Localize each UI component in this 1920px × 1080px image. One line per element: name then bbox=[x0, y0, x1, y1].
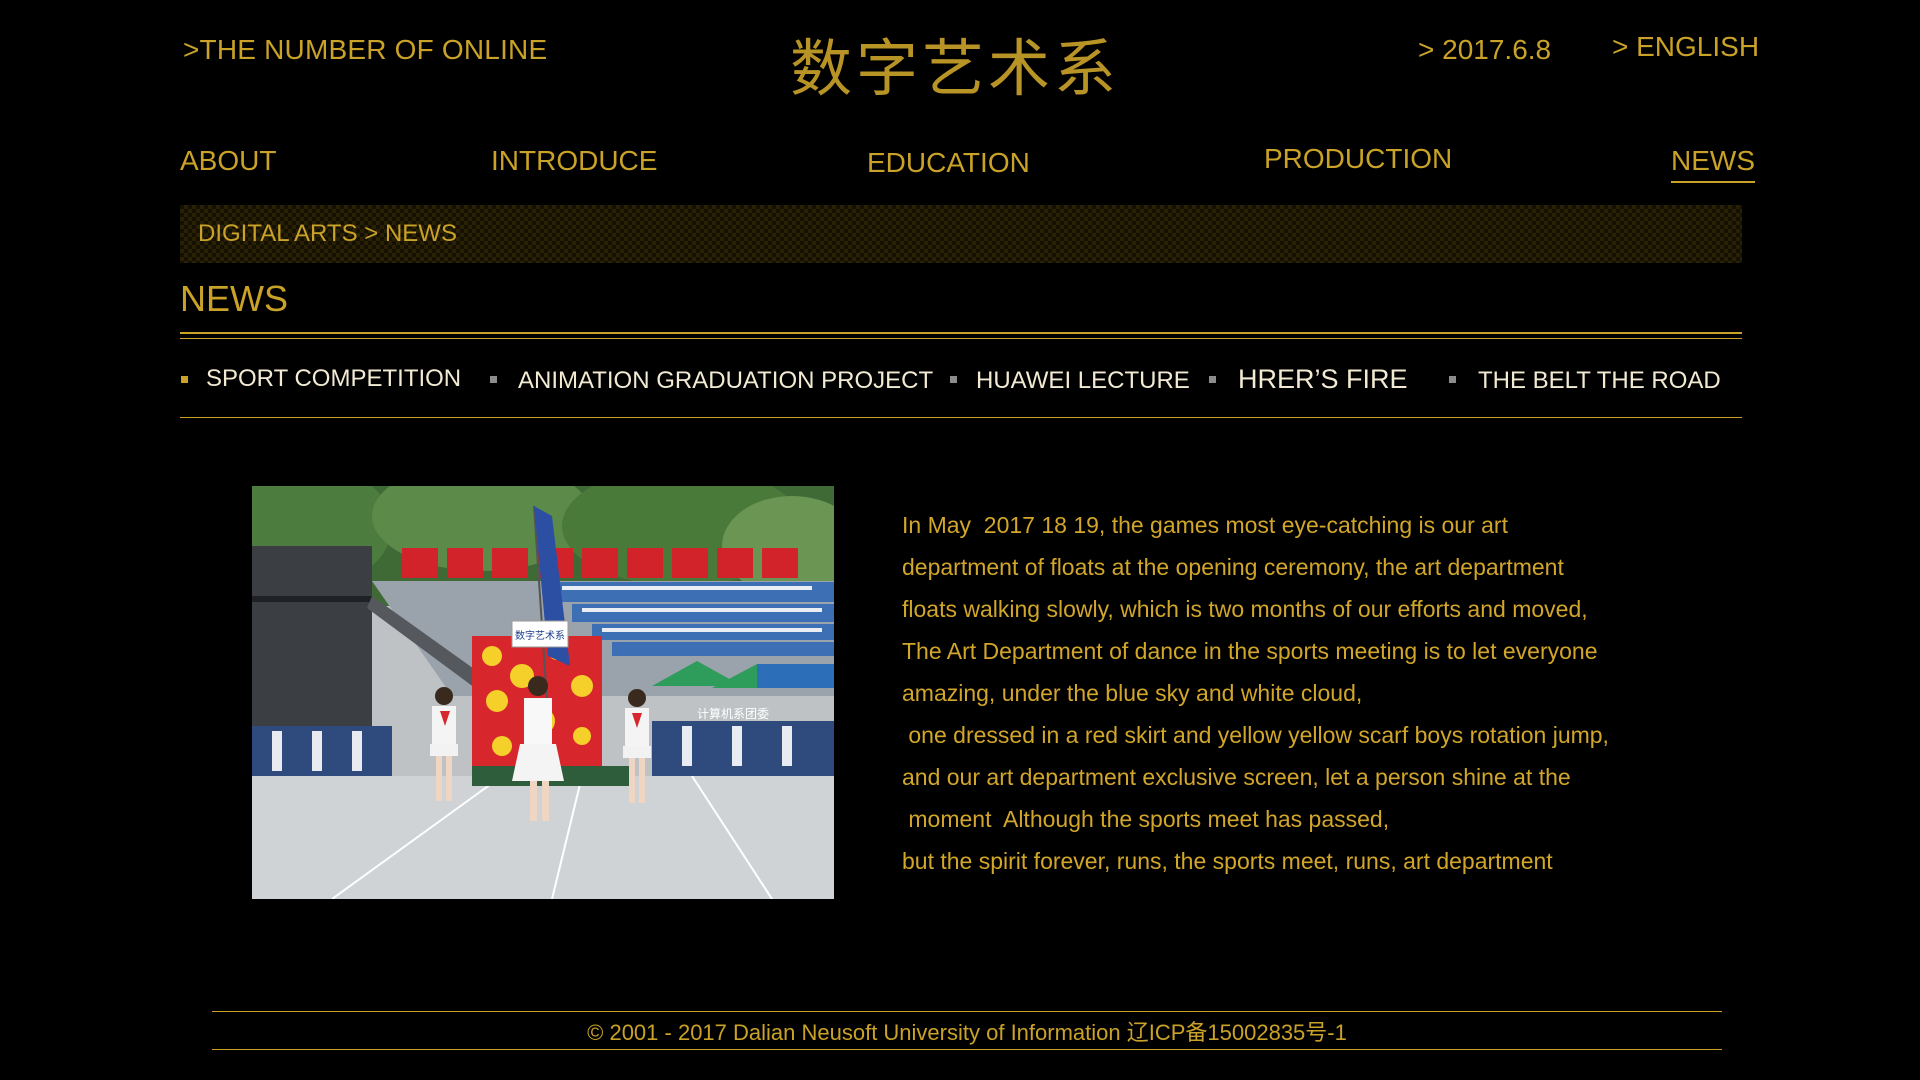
footer-divider bbox=[212, 1049, 1722, 1050]
english-language-link[interactable]: > ENGLISH bbox=[1612, 31, 1759, 63]
article-line: In May 2017 18 19, the games most eye-ca… bbox=[902, 512, 1508, 538]
float-sign-text: 数字艺术系 bbox=[515, 629, 565, 642]
breadcrumb-bar: DIGITAL ARTS > NEWS bbox=[180, 205, 1742, 263]
tab-sport-competition[interactable]: SPORT COMPETITION bbox=[206, 365, 461, 393]
page-title: NEWS bbox=[180, 278, 288, 319]
photo-banner-text: 计算机系团委 bbox=[697, 706, 769, 721]
footer-copyright: © 2001 - 2017 Dalian Neusoft University … bbox=[587, 1020, 1347, 1045]
article-line: amazing, under the blue sky and white cl… bbox=[902, 680, 1363, 706]
divider bbox=[180, 332, 1742, 334]
article-line: The Art Department of dance in the sport… bbox=[902, 638, 1598, 664]
bullet-icon bbox=[490, 376, 497, 383]
online-count-link[interactable]: >THE NUMBER OF ONLINE bbox=[183, 34, 547, 66]
bullet-icon bbox=[950, 376, 957, 383]
nav-production[interactable]: PRODUCTION bbox=[1264, 143, 1452, 175]
breadcrumb: DIGITAL ARTS > NEWS bbox=[198, 220, 457, 247]
article-line: one dressed in a red skirt and yellow ye… bbox=[902, 722, 1609, 748]
article-line: moment Although the sports meet has pass… bbox=[902, 806, 1390, 832]
nav-education[interactable]: EDUCATION bbox=[867, 147, 1030, 179]
nav-introduce[interactable]: INTRODUCE bbox=[491, 145, 657, 177]
article-line: floats walking slowly, which is two mont… bbox=[902, 596, 1588, 622]
tab-hrers-fire[interactable]: HRER’S FIRE bbox=[1238, 364, 1408, 395]
divider bbox=[180, 417, 1742, 418]
bullet-icon bbox=[1449, 376, 1456, 383]
article-line: and our art department exclusive screen,… bbox=[902, 764, 1571, 790]
tab-animation-graduation-project[interactable]: ANIMATION GRADUATION PROJECT bbox=[518, 367, 933, 395]
article-body: In May 2017 18 19, the games most eye-ca… bbox=[902, 504, 1722, 882]
tab-belt-and-road[interactable]: THE BELT THE ROAD bbox=[1478, 367, 1721, 395]
divider bbox=[180, 338, 1742, 339]
news-photo: 数字艺术系 计算机系团委 bbox=[252, 486, 834, 899]
nav-about[interactable]: ABOUT bbox=[180, 145, 276, 177]
article-line: department of floats at the opening cere… bbox=[902, 554, 1564, 580]
site-title: 数字艺术系 bbox=[790, 32, 1121, 105]
tab-huawei-lecture[interactable]: HUAWEI LECTURE bbox=[976, 367, 1190, 395]
bullet-icon bbox=[1209, 376, 1216, 383]
nav-news[interactable]: NEWS bbox=[1671, 145, 1755, 183]
bullet-icon bbox=[181, 376, 188, 383]
article-line: but the spirit forever, runs, the sports… bbox=[902, 848, 1553, 874]
footer-divider bbox=[212, 1011, 1722, 1012]
current-date: > 2017.6.8 bbox=[1418, 34, 1552, 65]
